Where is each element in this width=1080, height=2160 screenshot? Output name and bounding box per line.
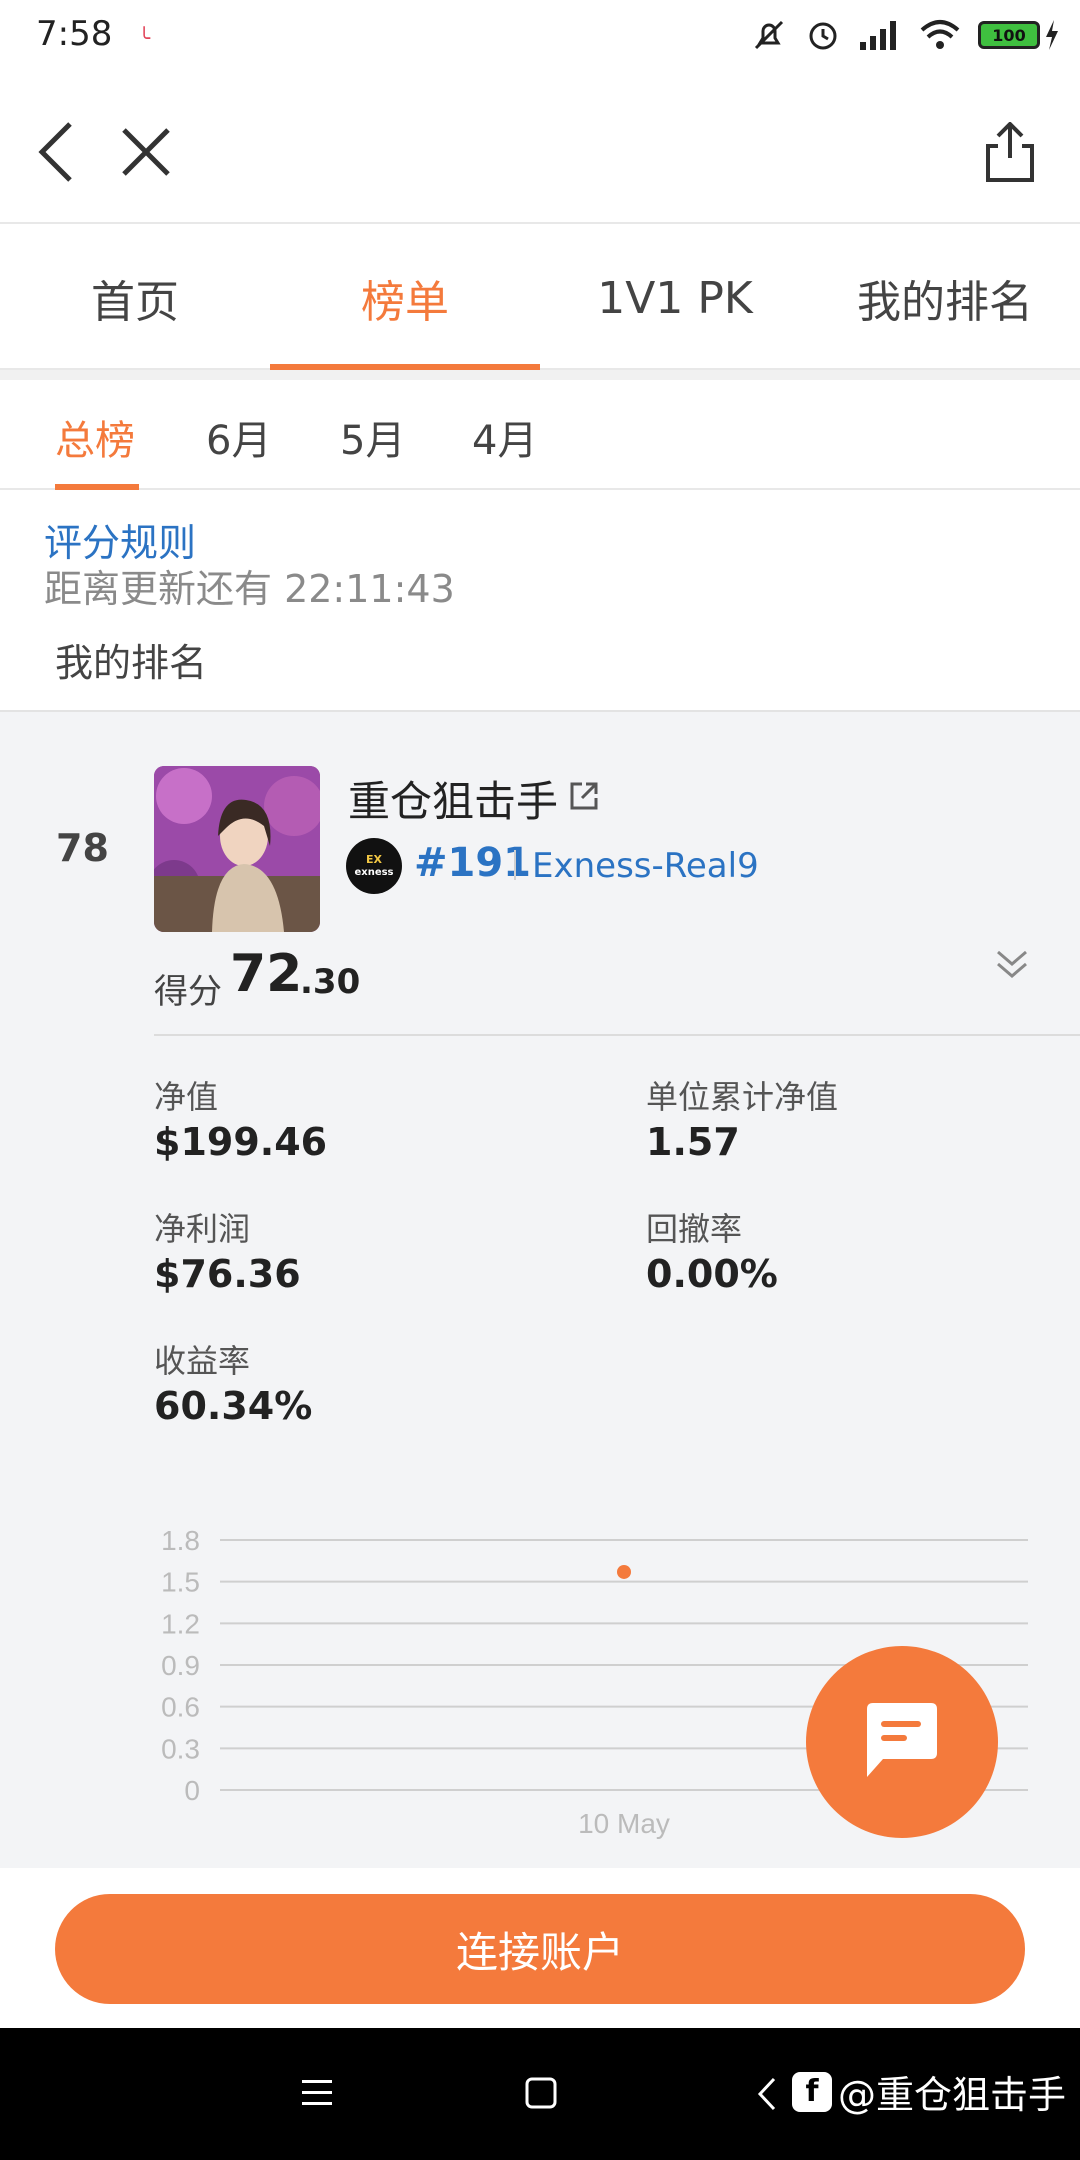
drawdown-label: 回撤率 <box>646 1210 743 1248</box>
score-integer: 72 <box>230 944 303 1004</box>
tab-june[interactable]: 6月 <box>206 408 271 466</box>
tab-home[interactable]: 首页 <box>0 226 270 370</box>
battery-indicator: 100 <box>978 20 1060 50</box>
wifi-icon <box>920 20 960 49</box>
update-countdown: 距离更新还有 22:11:43 <box>44 567 455 611</box>
status-bar: 7:58 ╰ 100 <box>0 0 1080 80</box>
x-tick-label: 10 May <box>578 1808 670 1839</box>
menu-icon[interactable] <box>300 2078 334 2108</box>
account-server: Exness-Real9 <box>532 846 759 886</box>
charging-icon <box>1046 20 1058 50</box>
y-tick-label: 1.2 <box>161 1608 200 1639</box>
back-nav-icon[interactable] <box>756 2076 778 2112</box>
unit-nav-label: 单位累计净值 <box>646 1078 839 1116</box>
section-divider <box>0 370 1080 380</box>
active-tab-underline <box>55 484 139 490</box>
tab-1v1-pk[interactable]: 1V1 PK <box>540 226 810 370</box>
status-icons: 100 <box>750 16 1060 54</box>
chat-button[interactable] <box>806 1646 998 1838</box>
watermark-text: @重仓狙击手 <box>837 2073 1066 2117</box>
avatar[interactable] <box>154 766 320 932</box>
net-profit-value: $76.36 <box>154 1252 301 1296</box>
separator <box>514 850 516 880</box>
share-icon[interactable] <box>984 122 1036 184</box>
equity-label: 净值 <box>154 1078 219 1116</box>
return-rate-value: 60.34% <box>154 1384 313 1428</box>
broker-logo: EX exness <box>346 838 402 894</box>
unit-nav-value: 1.57 <box>646 1120 740 1164</box>
signal-icon <box>860 21 896 50</box>
notification-dot-icon: ╰ <box>138 26 151 50</box>
equity-value: $199.46 <box>154 1120 328 1164</box>
rank-number: 78 <box>56 826 109 870</box>
status-time: 7:58 <box>36 14 113 54</box>
y-tick-label: 1.8 <box>161 1525 200 1556</box>
home-icon[interactable] <box>524 2076 558 2110</box>
drawdown-value: 0.00% <box>646 1252 778 1296</box>
main-tabs: 首页 榜单 1V1 PK 我的排名 <box>0 226 1080 370</box>
tab-april[interactable]: 4月 <box>472 408 537 466</box>
y-tick-label: 1.5 <box>161 1567 200 1598</box>
watermark-logo-icon: f <box>791 2071 832 2112</box>
nav-bar <box>0 80 1080 224</box>
my-rank-label[interactable]: 我的排名 <box>55 632 207 687</box>
y-tick-label: 0.6 <box>161 1692 200 1723</box>
broker-logo-text: exness <box>354 866 394 878</box>
connect-account-button[interactable]: 连接账户 <box>55 1894 1025 2004</box>
tab-overall[interactable]: 总榜 <box>55 408 135 466</box>
broker-logo-mark: EX <box>366 853 382 867</box>
close-icon[interactable] <box>118 124 174 180</box>
tab-leaderboard[interactable]: 榜单 <box>270 226 540 370</box>
card-divider <box>154 1034 1080 1036</box>
avatar-image <box>154 766 320 932</box>
tab-may[interactable]: 5月 <box>340 408 405 466</box>
alarm-icon <box>809 22 837 50</box>
data-point <box>617 1564 631 1579</box>
external-link-icon[interactable] <box>566 778 602 814</box>
watermark: f @重仓狙击手 <box>791 2064 1066 2119</box>
y-tick-label: 0 <box>184 1775 200 1806</box>
mute-bell-icon <box>754 20 784 50</box>
chat-icon <box>867 1703 937 1777</box>
period-tabs: 总榜 6月 5月 4月 <box>0 380 1080 490</box>
chevron-down-icon[interactable] <box>992 946 1032 986</box>
score-label: 得分 <box>154 972 222 1012</box>
battery-level: 100 <box>978 21 1040 49</box>
y-tick-label: 0.9 <box>161 1650 200 1681</box>
back-icon[interactable] <box>36 120 76 184</box>
return-rate-label: 收益率 <box>154 1342 251 1380</box>
score-decimal: .30 <box>300 962 361 1002</box>
user-name[interactable]: 重仓狙击手 <box>348 768 558 829</box>
y-tick-label: 0.3 <box>161 1733 200 1764</box>
net-profit-label: 净利润 <box>154 1210 251 1248</box>
tab-my-ranking[interactable]: 我的排名 <box>810 226 1080 370</box>
